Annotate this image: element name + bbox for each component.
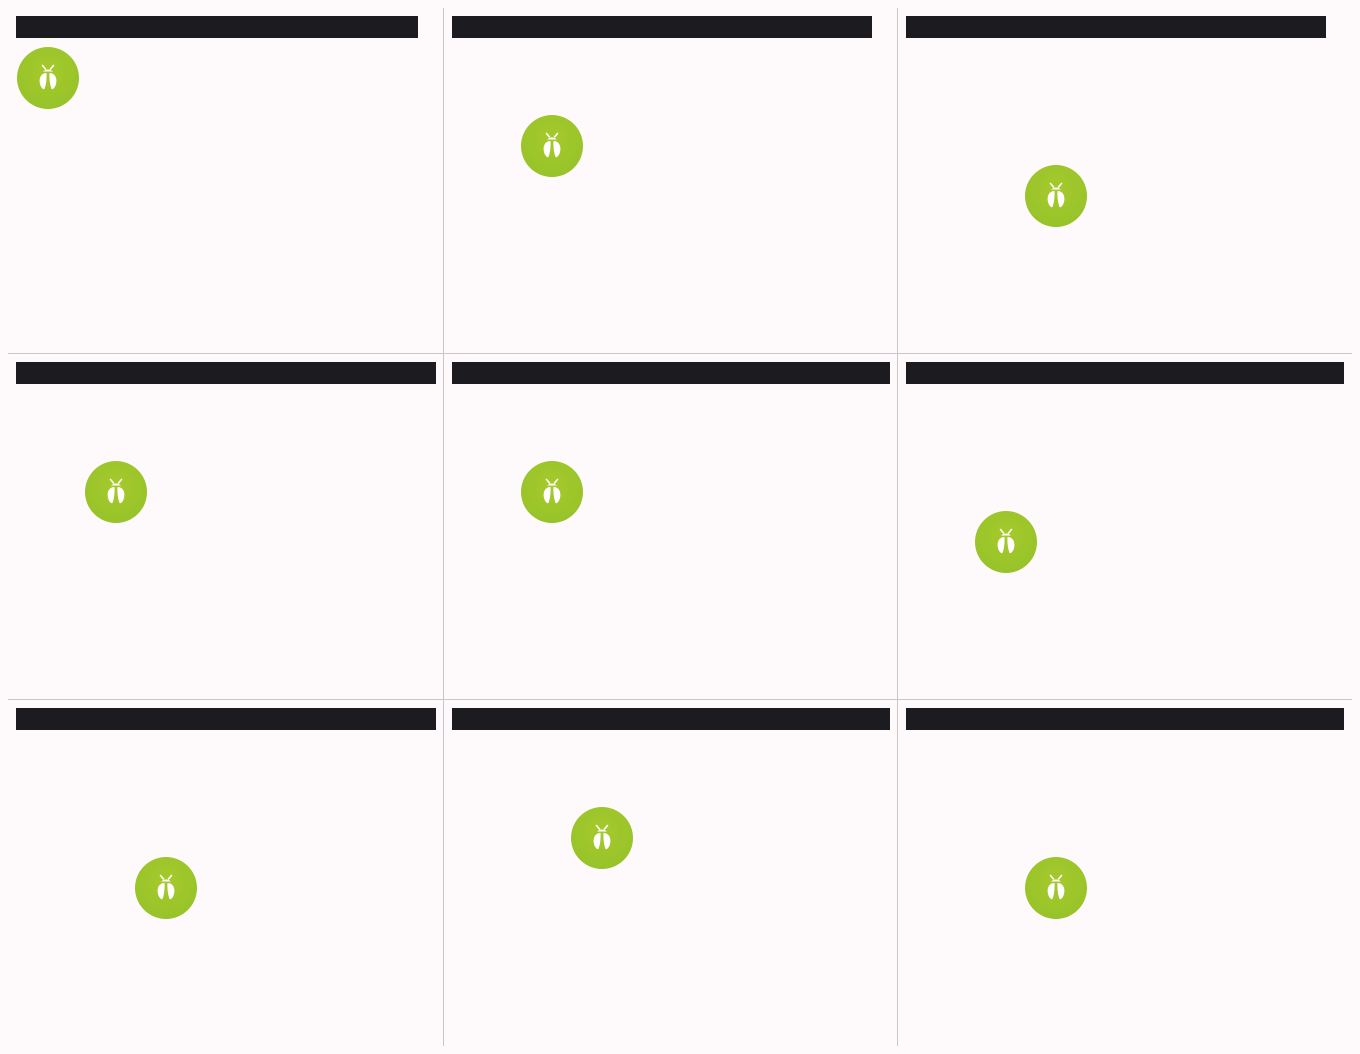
bug-icon xyxy=(107,478,125,504)
grid-divider-vertical xyxy=(897,8,898,1046)
grid-divider-horizontal xyxy=(8,699,1352,700)
bug-fab-button[interactable] xyxy=(135,857,197,919)
grid-divider-horizontal xyxy=(8,353,1352,354)
panel-9 xyxy=(898,700,1352,1046)
panel-4 xyxy=(8,354,443,700)
bug-icon xyxy=(1047,182,1065,208)
panel-3 xyxy=(898,8,1352,354)
bug-icon xyxy=(543,478,561,504)
panel-7 xyxy=(8,700,443,1046)
bug-fab-button[interactable] xyxy=(17,47,79,109)
panel-1 xyxy=(8,8,443,354)
panel-3-header-bar xyxy=(906,16,1326,38)
bug-fab-button[interactable] xyxy=(521,115,583,177)
bug-fab-button[interactable] xyxy=(975,511,1037,573)
bug-icon xyxy=(543,132,561,158)
panel-6-header-bar xyxy=(906,362,1344,384)
screenshot-grid xyxy=(0,0,1360,1054)
panel-1-header-bar xyxy=(16,16,418,38)
panel-4-header-bar xyxy=(16,362,436,384)
bug-icon xyxy=(157,874,175,900)
bug-fab-button[interactable] xyxy=(85,461,147,523)
panel-7-header-bar xyxy=(16,708,436,730)
bug-fab-button[interactable] xyxy=(521,461,583,523)
bug-fab-button[interactable] xyxy=(571,807,633,869)
bug-icon xyxy=(593,824,611,850)
grid-divider-vertical xyxy=(443,8,444,1046)
panel-2-header-bar xyxy=(452,16,872,38)
bug-icon xyxy=(39,64,57,90)
panel-9-header-bar xyxy=(906,708,1344,730)
bug-fab-button[interactable] xyxy=(1025,165,1087,227)
panel-8 xyxy=(444,700,897,1046)
panel-5 xyxy=(444,354,897,700)
panel-6 xyxy=(898,354,1352,700)
bug-icon xyxy=(1047,874,1065,900)
bug-icon xyxy=(997,528,1015,554)
panel-5-header-bar xyxy=(452,362,890,384)
panel-8-header-bar xyxy=(452,708,890,730)
panel-2 xyxy=(444,8,897,354)
bug-fab-button[interactable] xyxy=(1025,857,1087,919)
